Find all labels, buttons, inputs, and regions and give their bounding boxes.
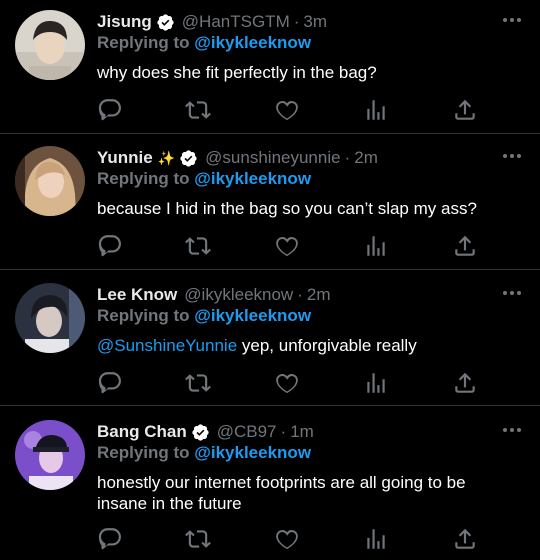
share-icon[interactable] xyxy=(452,370,478,396)
separator: · xyxy=(280,422,287,441)
tweet-text: @SunshineYunnie yep, unforgivable really xyxy=(97,335,517,356)
timestamp[interactable]: 3m xyxy=(303,12,327,32)
user-handle[interactable]: @sunshineyunnie xyxy=(205,148,340,168)
replying-to: Replying to @ikykleeknow xyxy=(97,443,311,463)
verified-badge-icon xyxy=(191,423,210,442)
replying-to-link[interactable]: @ikykleeknow xyxy=(194,33,311,52)
more-icon[interactable] xyxy=(502,148,522,164)
tweet[interactable]: Lee Know @ikykleeknow · 2m Replying to @… xyxy=(0,283,540,403)
timestamp[interactable]: 2m xyxy=(307,285,331,305)
like-icon[interactable] xyxy=(274,526,300,552)
tweet-header: Bang Chan @CB97 · 1m xyxy=(97,420,314,444)
avatar[interactable] xyxy=(15,283,85,353)
share-icon[interactable] xyxy=(452,97,478,123)
divider xyxy=(0,269,540,270)
reply-icon[interactable] xyxy=(97,526,123,552)
tweet[interactable]: Jisung @HanTSGTM · 3m Replying to @ikykl… xyxy=(0,10,540,130)
reply-icon[interactable] xyxy=(97,233,123,259)
replying-to-link[interactable]: @ikykleeknow xyxy=(194,169,311,188)
tweet-header: Yunnie ✨ @sunshineyunnie · 2m xyxy=(97,146,378,170)
replying-to: Replying to @ikykleeknow xyxy=(97,306,311,326)
views-icon[interactable] xyxy=(363,526,389,552)
views-icon[interactable] xyxy=(363,370,389,396)
mention-link[interactable]: @SunshineYunnie xyxy=(97,336,237,355)
retweet-icon[interactable] xyxy=(185,526,211,552)
tweet-header: Lee Know @ikykleeknow · 2m xyxy=(97,283,331,307)
replying-to: Replying to @ikykleeknow xyxy=(97,169,311,189)
tweet-header: Jisung @HanTSGTM · 3m xyxy=(97,10,327,34)
retweet-icon[interactable] xyxy=(185,370,211,396)
like-icon[interactable] xyxy=(274,233,300,259)
tweet[interactable]: Yunnie ✨ @sunshineyunnie · 2m Replying t… xyxy=(0,146,540,266)
tweet-body: yep, unforgivable really xyxy=(237,336,417,355)
divider xyxy=(0,133,540,134)
more-icon[interactable] xyxy=(502,422,522,438)
timestamp[interactable]: 1m xyxy=(290,422,314,442)
action-bar xyxy=(97,97,477,123)
verified-badge-icon xyxy=(179,149,198,168)
like-icon[interactable] xyxy=(274,370,300,396)
avatar[interactable] xyxy=(15,146,85,216)
action-bar xyxy=(97,233,477,259)
replying-prefix: Replying to xyxy=(97,443,190,462)
views-icon[interactable] xyxy=(363,233,389,259)
replying-prefix: Replying to xyxy=(97,33,190,52)
verified-badge-icon xyxy=(156,13,175,32)
user-handle[interactable]: @CB97 xyxy=(217,422,277,442)
share-icon[interactable] xyxy=(452,233,478,259)
views-icon[interactable] xyxy=(363,97,389,123)
more-icon[interactable] xyxy=(502,12,522,28)
user-handle[interactable]: @ikykleeknow xyxy=(184,285,293,305)
avatar[interactable] xyxy=(15,10,85,80)
reply-icon[interactable] xyxy=(97,97,123,123)
retweet-icon[interactable] xyxy=(185,233,211,259)
display-name[interactable]: Bang Chan xyxy=(97,422,187,442)
replying-to: Replying to @ikykleeknow xyxy=(97,33,311,53)
replying-to-link[interactable]: @ikykleeknow xyxy=(194,443,311,462)
share-icon[interactable] xyxy=(452,526,478,552)
tweet-text: because I hid in the bag so you can’t sl… xyxy=(97,199,477,218)
retweet-icon[interactable] xyxy=(185,97,211,123)
like-icon[interactable] xyxy=(274,97,300,123)
action-bar xyxy=(97,370,477,396)
timestamp[interactable]: 2m xyxy=(354,148,378,168)
divider xyxy=(0,405,540,406)
sparkles-icon: ✨ xyxy=(157,149,176,166)
tweet-text: why does she fit perfectly in the bag? xyxy=(97,63,377,82)
action-bar xyxy=(97,526,477,552)
replying-prefix: Replying to xyxy=(97,306,190,325)
display-name[interactable]: Lee Know xyxy=(97,285,177,305)
replying-to-link[interactable]: @ikykleeknow xyxy=(194,306,311,325)
avatar[interactable] xyxy=(15,420,85,490)
reply-icon[interactable] xyxy=(97,370,123,396)
tweet[interactable]: Bang Chan @CB97 · 1m Replying to @ikykle… xyxy=(0,420,540,560)
tweet-text: honestly our internet footprints are all… xyxy=(97,473,466,513)
more-icon[interactable] xyxy=(502,285,522,301)
display-name[interactable]: Jisung xyxy=(97,12,152,32)
separator: · xyxy=(344,148,351,167)
user-handle[interactable]: @HanTSGTM xyxy=(182,12,290,32)
display-name[interactable]: Yunnie xyxy=(97,148,153,168)
separator: · xyxy=(293,12,300,31)
separator: · xyxy=(297,285,303,304)
replying-prefix: Replying to xyxy=(97,169,190,188)
